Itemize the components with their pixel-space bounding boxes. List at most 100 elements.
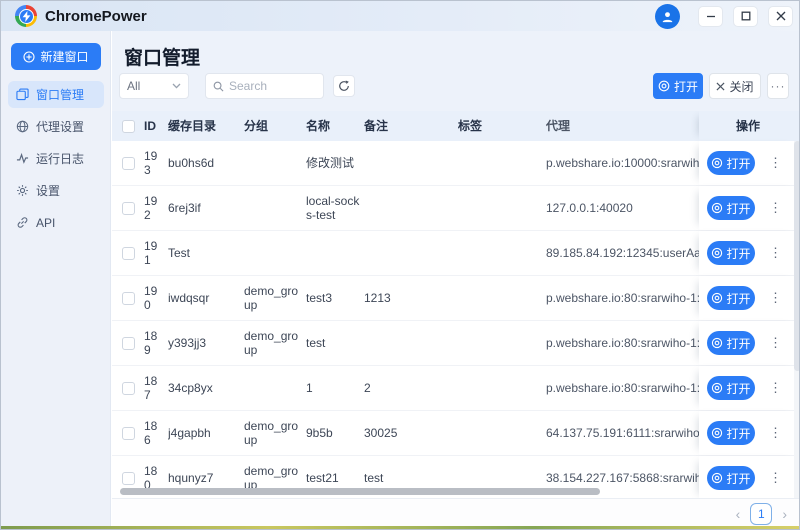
cell-cache_dir: iwdqsqr bbox=[168, 291, 244, 305]
app-title: ChromePower bbox=[45, 8, 147, 25]
row-checkbox[interactable] bbox=[122, 337, 135, 350]
row-more-icon[interactable]: ⋮ bbox=[769, 246, 781, 260]
column-header: 操作 bbox=[699, 111, 800, 141]
row-more-icon[interactable]: ⋮ bbox=[769, 201, 781, 215]
row-checkbox[interactable] bbox=[122, 202, 135, 215]
sidebar-item-settings[interactable]: 设置 bbox=[8, 177, 104, 204]
cell-proxy: 64.137.75.191:6111:srarwiho:atonupx bbox=[546, 426, 699, 440]
open-circle-icon bbox=[711, 337, 723, 349]
row-checkbox[interactable] bbox=[122, 427, 135, 440]
row-checkbox[interactable] bbox=[122, 292, 135, 305]
cell-proxy: p.webshare.io:10000:srarwiho-1:aton bbox=[546, 156, 699, 170]
ellipsis-icon: ··· bbox=[771, 79, 786, 93]
window-icon bbox=[16, 88, 29, 101]
cell-id: 191 bbox=[144, 239, 168, 267]
cell-proxy: 89.185.84.192:12345:userAazd312:pa bbox=[546, 246, 699, 260]
close-selected-button[interactable]: 关闭 bbox=[709, 73, 761, 99]
row-open-button[interactable]: 打开 bbox=[707, 466, 755, 490]
horizontal-scrollbar[interactable] bbox=[120, 488, 600, 495]
row-open-button[interactable]: 打开 bbox=[707, 151, 755, 175]
row-checkbox[interactable] bbox=[122, 382, 135, 395]
user-avatar[interactable] bbox=[655, 4, 680, 29]
row-open-button[interactable]: 打开 bbox=[707, 196, 755, 220]
table-row: 193bu0hs6d修改测试p.webshare.io:10000:srarwi… bbox=[112, 141, 800, 186]
column-header: 分组 bbox=[244, 119, 306, 133]
refresh-icon bbox=[338, 80, 350, 92]
cell-id: 186 bbox=[144, 419, 168, 447]
cell-name: test bbox=[306, 336, 364, 350]
table-row: 191Test89.185.84.192:12345:userAazd312:p… bbox=[112, 231, 800, 276]
next-page-button[interactable]: › bbox=[782, 506, 787, 522]
row-checkbox[interactable] bbox=[122, 157, 135, 170]
row-open-button[interactable]: 打开 bbox=[707, 331, 755, 355]
maximize-button[interactable] bbox=[733, 6, 758, 27]
cell-name: test21 bbox=[306, 471, 364, 485]
open-selected-button[interactable]: 打开 bbox=[653, 73, 703, 99]
cell-group: demo_group bbox=[244, 329, 306, 357]
open-circle-icon bbox=[658, 80, 670, 92]
pagination: ‹ 1 › bbox=[736, 503, 787, 525]
cell-operation: 打开 ⋮ bbox=[699, 366, 800, 410]
sidebar-item-label: 代理设置 bbox=[36, 118, 84, 135]
open-circle-icon bbox=[711, 427, 723, 439]
row-open-button[interactable]: 打开 bbox=[707, 241, 755, 265]
search-input[interactable] bbox=[229, 79, 314, 93]
column-header: 标签 bbox=[458, 119, 546, 133]
refresh-button[interactable] bbox=[333, 75, 355, 97]
minimize-button[interactable] bbox=[698, 6, 723, 27]
open-circle-icon bbox=[711, 292, 723, 304]
open-circle-icon bbox=[711, 472, 723, 484]
row-checkbox[interactable] bbox=[122, 472, 135, 485]
row-open-button[interactable]: 打开 bbox=[707, 376, 755, 400]
cell-operation: 打开 ⋮ bbox=[699, 276, 800, 320]
sidebar: 新建窗口 窗口管理代理设置运行日志设置 API bbox=[1, 31, 111, 528]
sidebar-item-api[interactable]: API bbox=[8, 209, 104, 236]
row-more-icon[interactable]: ⋮ bbox=[769, 426, 781, 440]
close-button[interactable] bbox=[768, 6, 793, 27]
cell-remark: 1213 bbox=[364, 291, 458, 305]
main-panel: 窗口管理 All 打开 关闭 ··· bbox=[112, 31, 800, 528]
new-window-button[interactable]: 新建窗口 bbox=[11, 43, 101, 70]
page-title: 窗口管理 bbox=[124, 43, 200, 70]
table-row: 18734cp8yx12p.webshare.io:80:srarwiho-1:… bbox=[112, 366, 800, 411]
window-table: ID缓存目录分组名称备注标签代理操作 193bu0hs6d修改测试p.websh… bbox=[112, 111, 800, 498]
row-open-button[interactable]: 打开 bbox=[707, 421, 755, 445]
sidebar-item-run-logs[interactable]: 运行日志 bbox=[8, 145, 104, 172]
cell-operation: 打开 ⋮ bbox=[699, 231, 800, 275]
titlebar: ChromePower bbox=[1, 1, 800, 31]
cell-id: 192 bbox=[144, 194, 168, 222]
table-row: 1926rej3iflocal-socks-test127.0.0.1:4002… bbox=[112, 186, 800, 231]
column-header: 备注 bbox=[364, 119, 458, 133]
row-more-icon[interactable]: ⋮ bbox=[769, 336, 781, 350]
cell-name: 修改测试 bbox=[306, 156, 364, 170]
cell-cache_dir: j4gapbh bbox=[168, 426, 244, 440]
column-header: 代理 bbox=[546, 119, 699, 133]
column-header: 名称 bbox=[306, 119, 364, 133]
row-checkbox[interactable] bbox=[122, 247, 135, 260]
row-more-icon[interactable]: ⋮ bbox=[769, 291, 781, 305]
cell-proxy: 38.154.227.167:5868:srarwiho:atonup bbox=[546, 471, 699, 485]
cell-cache_dir: bu0hs6d bbox=[168, 156, 244, 170]
desktop-edge bbox=[1, 526, 800, 529]
sidebar-item-proxy-settings[interactable]: 代理设置 bbox=[8, 113, 104, 140]
cell-operation: 打开 ⋮ bbox=[699, 141, 800, 185]
row-more-icon[interactable]: ⋮ bbox=[769, 156, 781, 170]
row-open-button[interactable]: 打开 bbox=[707, 286, 755, 310]
gear-icon bbox=[16, 184, 29, 197]
prev-page-button[interactable]: ‹ bbox=[736, 506, 741, 522]
sidebar-item-label: 窗口管理 bbox=[36, 86, 84, 103]
cell-proxy: p.webshare.io:80:srarwiho-1:atonupx bbox=[546, 291, 699, 305]
group-filter-select[interactable]: All bbox=[119, 73, 189, 99]
sidebar-item-window-manage[interactable]: 窗口管理 bbox=[8, 81, 104, 108]
current-page[interactable]: 1 bbox=[750, 503, 772, 525]
cell-cache_dir: 34cp8yx bbox=[168, 381, 244, 395]
activity-icon bbox=[16, 152, 29, 165]
vertical-scrollbar[interactable] bbox=[794, 141, 800, 498]
app-logo-icon bbox=[15, 5, 37, 27]
select-all-checkbox[interactable] bbox=[122, 120, 135, 133]
row-more-icon[interactable]: ⋮ bbox=[769, 471, 781, 485]
row-more-icon[interactable]: ⋮ bbox=[769, 381, 781, 395]
cell-name: 9b5b bbox=[306, 426, 364, 440]
sidebar-item-label: API bbox=[36, 216, 55, 230]
more-actions-button[interactable]: ··· bbox=[767, 73, 789, 99]
